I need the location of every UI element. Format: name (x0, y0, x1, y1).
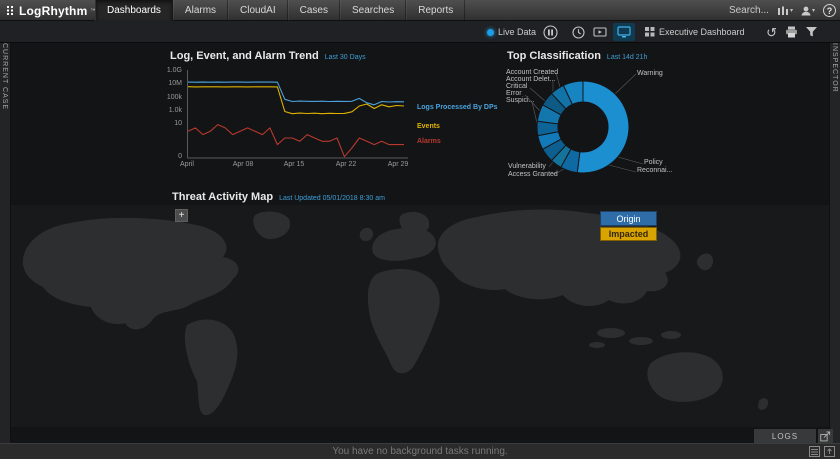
trend-subtitle: Last 30 Days (325, 54, 366, 61)
task-list-icon[interactable] (809, 446, 820, 457)
series-label-events[interactable]: Events (417, 123, 440, 130)
map-title-text: Threat Activity Map (172, 191, 273, 203)
inspector-rail[interactable]: INSPECTOR (829, 21, 840, 443)
dashboard-toolbar: Live Data Executive Dashboar (0, 21, 840, 43)
donut-label-vulnerability[interactable]: Vulnerability (508, 163, 546, 170)
present-mode-button[interactable] (593, 21, 607, 43)
monitor-tile (613, 23, 635, 41)
donut-label-suspicious[interactable]: Suspici... (506, 97, 534, 104)
history-button[interactable] (572, 21, 585, 43)
donut-label-reconnaissance[interactable]: Reconnai... (637, 167, 672, 174)
logs-expand-button[interactable] (818, 429, 833, 443)
donut-label-warning[interactable]: Warning (637, 70, 663, 77)
map-zoom-in-button[interactable]: + (175, 209, 188, 222)
sliders-icon (777, 6, 789, 16)
live-data-indicator[interactable]: Live Data (487, 21, 536, 43)
column-settings-menu[interactable]: ▾ (777, 6, 793, 16)
current-case-rail-label: CURRENT CASE (1, 43, 8, 110)
open-panel-icon[interactable] (824, 446, 835, 457)
map-legend-origin-button[interactable]: Origin (600, 211, 657, 226)
series-label-alarms[interactable]: Alarms (417, 138, 441, 145)
trend-ytick-4: 10 (152, 120, 182, 127)
status-bar-icons (809, 446, 835, 457)
status-bar: You have no background tasks running. (0, 443, 840, 459)
trend-ytick-3: 1.0k (152, 107, 182, 114)
monitor-view-button[interactable] (613, 21, 635, 43)
live-status-dot-icon (487, 29, 494, 36)
trend-xtick-2: Apr 15 (278, 161, 310, 168)
chevron-down-icon: ▾ (812, 7, 815, 14)
tab-dashboards[interactable]: Dashboards (95, 0, 173, 21)
series-label-logs[interactable]: Logs Processed By DPs (417, 104, 498, 111)
trend-xtick-3: Apr 22 (330, 161, 362, 168)
chevron-down-icon: ▾ (790, 7, 793, 14)
top-nav-bar: LogRhythm ™ Dashboards Alarms CloudAI Ca… (0, 0, 840, 21)
trend-ytick-1: 10M (152, 80, 182, 87)
user-menu[interactable]: ▾ (801, 6, 815, 16)
donut-label-account-deleted[interactable]: Account Delet... (506, 76, 555, 83)
tab-alarms[interactable]: Alarms (173, 0, 228, 21)
inspector-rail-label: INSPECTOR (831, 43, 838, 93)
logs-panel-tab[interactable]: LOGS (754, 429, 816, 443)
classification-panel-title: Top Classification Last 14d 21h (507, 50, 647, 62)
tab-searches[interactable]: Searches (340, 0, 406, 21)
filter-button[interactable] (805, 21, 818, 43)
map-panel-title: Threat Activity Map Last Updated 05/01/20… (172, 191, 385, 203)
map-subtitle: Last Updated 05/01/2018 8:30 am (279, 195, 385, 202)
primary-nav-tabs: Dashboards Alarms CloudAI Cases Searches… (95, 0, 465, 21)
threat-activity-map[interactable] (11, 205, 829, 427)
world-map-svg (11, 205, 829, 427)
filter-funnel-icon (805, 26, 818, 38)
background-tasks-message: You have no background tasks running. (332, 446, 507, 457)
tab-cases[interactable]: Cases (288, 0, 340, 21)
donut-label-error[interactable]: Error (506, 90, 522, 97)
brand-name: LogRhythm (19, 4, 87, 18)
tab-cloudai[interactable]: CloudAI (228, 0, 288, 21)
expand-icon (820, 431, 831, 442)
logrhythm-dots-icon (6, 4, 16, 17)
map-legend-impacted-button[interactable]: Impacted (600, 227, 657, 241)
tab-reports[interactable]: Reports (406, 0, 465, 21)
user-icon (801, 6, 811, 16)
trend-xtick-1: Apr 08 (227, 161, 259, 168)
live-data-label: Live Data (498, 27, 536, 37)
dashboard-selector[interactable]: Executive Dashboard (645, 21, 745, 43)
donut-label-access-granted[interactable]: Access Granted (508, 171, 558, 178)
current-case-rail[interactable]: CURRENT CASE (0, 21, 11, 443)
trend-xtick-0: April (171, 161, 203, 168)
presentation-icon (593, 27, 607, 38)
dashboard-selector-label: Executive Dashboard (659, 27, 745, 37)
printer-icon (785, 26, 798, 38)
donut-label-critical[interactable]: Critical (506, 83, 527, 90)
undo-icon: ↺ (766, 26, 777, 39)
nav-right-cluster: Search... ▾ ▾ ? (729, 0, 836, 21)
grid-icon (645, 27, 655, 37)
help-icon[interactable]: ? (823, 4, 836, 17)
trend-title-text: Log, Event, and Alarm Trend (170, 50, 319, 62)
monitor-icon (617, 26, 631, 38)
trend-panel-title: Log, Event, and Alarm Trend Last 30 Days (170, 50, 366, 62)
donut-label-account-created[interactable]: Account Created (506, 69, 558, 76)
pause-icon (543, 25, 558, 40)
logrhythm-logo: LogRhythm ™ (6, 0, 95, 21)
trend-chart-svg (186, 66, 413, 170)
trend-ytick-0: 1.0G (152, 67, 182, 74)
donut-label-policy[interactable]: Policy (644, 159, 663, 166)
trend-ytick-5: 0 (152, 153, 182, 160)
trend-ytick-2: 100k (152, 94, 182, 101)
clock-icon (572, 26, 585, 39)
print-button[interactable] (785, 21, 798, 43)
classification-subtitle: Last 14d 21h (607, 54, 647, 61)
classification-title-text: Top Classification (507, 50, 601, 62)
pause-button[interactable] (543, 21, 558, 43)
search-input[interactable]: Search... (729, 5, 769, 16)
reset-button[interactable]: ↺ (766, 21, 777, 43)
trend-xtick-4: Apr 29 (382, 161, 414, 168)
